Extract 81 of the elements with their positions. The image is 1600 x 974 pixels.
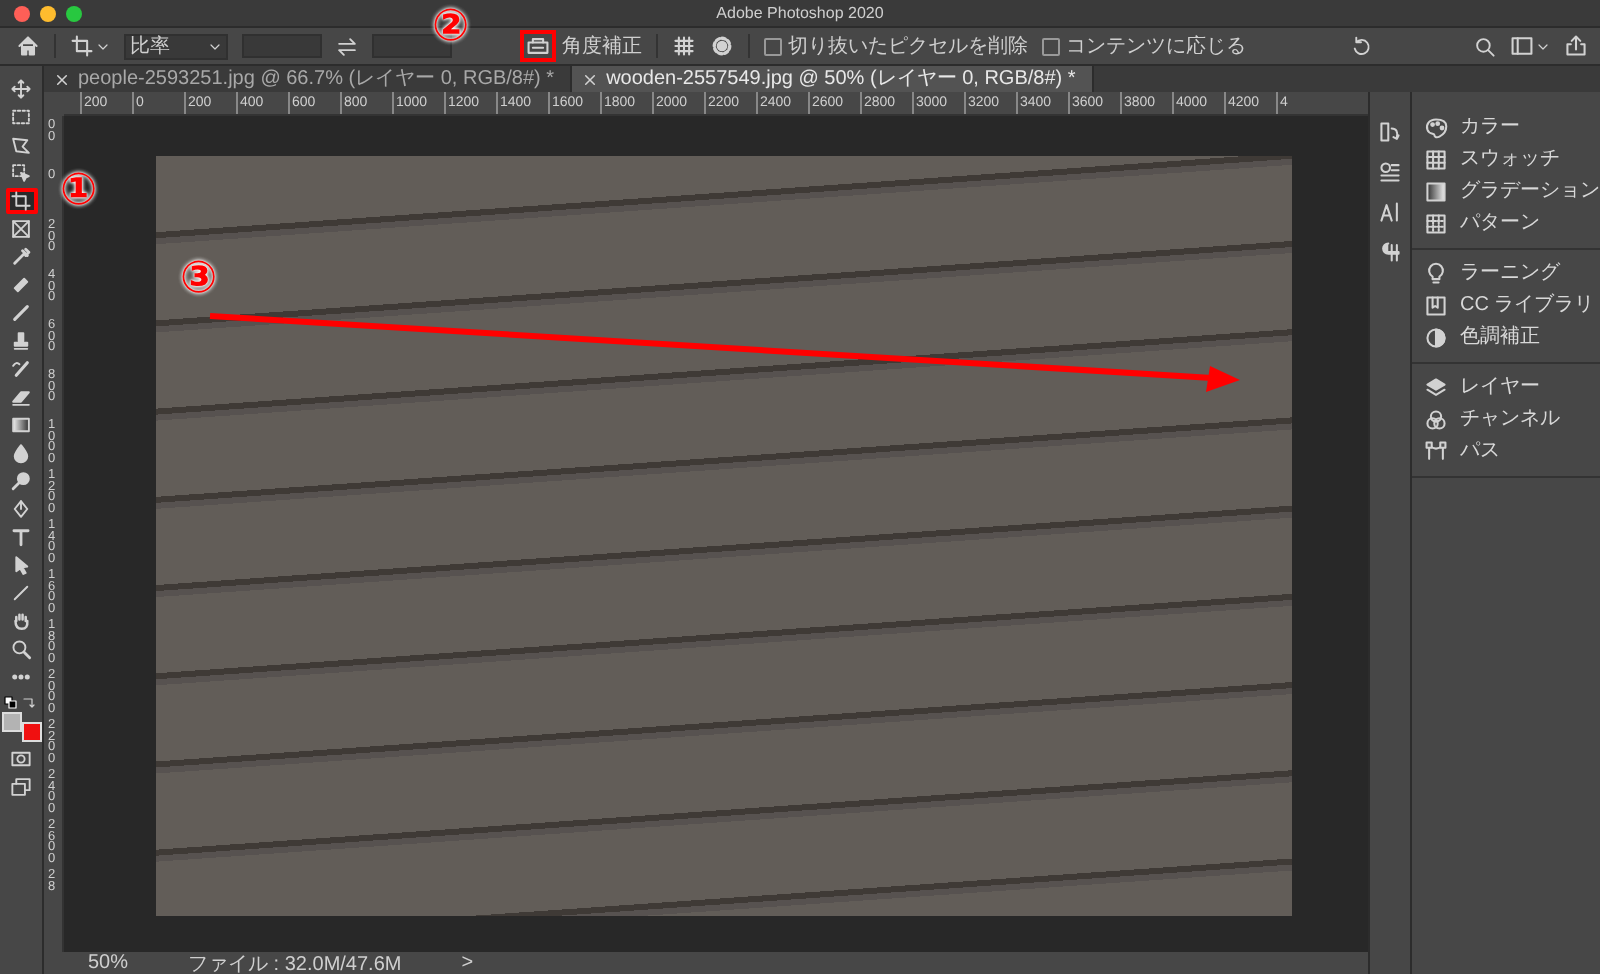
- panel-item[interactable]: パス: [1412, 440, 1600, 464]
- bandage-icon: [10, 274, 32, 296]
- checkbox-label[interactable]: 切り抜いたピクセルを削除: [788, 32, 1028, 60]
- aspect-ratio-dropdown[interactable]: 比率: [124, 33, 228, 59]
- dodge-icon: [10, 470, 32, 492]
- grid-icon[interactable]: [672, 34, 696, 58]
- caret-icon: [208, 39, 222, 53]
- type-icon: [10, 526, 32, 548]
- eraser-icon: [10, 386, 32, 408]
- quick-mask-icon[interactable]: [10, 748, 32, 770]
- pointer-icon: [10, 554, 32, 576]
- eyedropper-icon: [10, 246, 32, 268]
- panel-item[interactable]: チャンネル: [1412, 408, 1600, 432]
- stamp-icon: [10, 330, 32, 352]
- minimize-window-button[interactable]: [40, 5, 56, 21]
- layers-icon: [1424, 376, 1448, 400]
- close-window-button[interactable]: [14, 5, 30, 21]
- caret-icon[interactable]: [96, 39, 110, 53]
- tool-button[interactable]: [5, 188, 37, 214]
- close-icon[interactable]: [584, 73, 597, 85]
- character-icon[interactable]: [1378, 200, 1402, 224]
- library-icon: [1424, 294, 1448, 318]
- panel-item[interactable]: パターン: [1412, 212, 1600, 236]
- checkbox[interactable]: [1042, 37, 1060, 55]
- line-icon: [10, 582, 32, 604]
- lasso-icon: [10, 134, 32, 156]
- crop-icon[interactable]: [70, 34, 94, 58]
- droplet-icon: [10, 442, 32, 464]
- palette-icon: [1424, 116, 1448, 140]
- annotation-number: ③: [180, 256, 218, 304]
- gradient-icon: [10, 414, 32, 436]
- home-icon[interactable]: [16, 34, 40, 58]
- properties-icon[interactable]: [1378, 160, 1402, 184]
- panel-item[interactable]: ラーニング: [1412, 262, 1600, 286]
- swap-colors-icon[interactable]: [21, 696, 35, 710]
- checkbox[interactable]: [764, 37, 782, 55]
- pattern-grid-icon: [1424, 212, 1448, 236]
- annotation-number: ①: [60, 168, 98, 216]
- history-icon[interactable]: [1378, 120, 1402, 144]
- annotation-number: ②: [432, 4, 470, 52]
- panel-item[interactable]: スウォッチ: [1412, 148, 1600, 172]
- foreground-color-swatch[interactable]: [1, 712, 21, 732]
- default-colors-icon[interactable]: [3, 696, 17, 710]
- panel-item[interactable]: 色調補正: [1412, 326, 1600, 350]
- maximize-window-button[interactable]: [66, 5, 82, 21]
- zoom-level: 50%: [88, 952, 129, 974]
- reset-icon[interactable]: [1349, 35, 1371, 57]
- pen-nib-icon: [10, 498, 32, 520]
- close-icon[interactable]: [56, 73, 68, 85]
- swap-icon[interactable]: [336, 35, 358, 57]
- crop-icon: [10, 190, 32, 212]
- checkbox-label[interactable]: コンテンツに応じる: [1066, 32, 1246, 60]
- brush-icon: [10, 302, 32, 324]
- history-brush-icon: [10, 358, 32, 380]
- window-title: Adobe Photoshop 2020: [716, 4, 884, 22]
- gradient-swatch-icon: [1424, 180, 1448, 204]
- adjustments-icon: [1424, 326, 1448, 350]
- document-tab[interactable]: wooden-2557549.jpg @ 50% (レイヤー 0, RGB/8#) *: [572, 66, 1094, 92]
- file-size-info: ファイル : 32.0M/47.6M: [188, 951, 402, 974]
- background-color-swatch[interactable]: [21, 722, 41, 742]
- caret-icon[interactable]: [1536, 39, 1550, 53]
- channels-icon: [1424, 408, 1448, 432]
- panel-item[interactable]: レイヤー: [1412, 376, 1600, 400]
- search-icon[interactable]: [1474, 35, 1496, 57]
- frame-icon: [10, 218, 32, 240]
- share-icon[interactable]: [1564, 34, 1588, 58]
- object-select-icon: [10, 162, 32, 184]
- marquee-icon: [10, 106, 32, 128]
- move-arrows-icon: [10, 78, 32, 100]
- panel-item[interactable]: カラー: [1412, 116, 1600, 140]
- hand-icon: [10, 610, 32, 632]
- straighten-button[interactable]: 角度補正: [520, 30, 642, 62]
- screen-mode-icon[interactable]: [10, 776, 32, 798]
- panel-item[interactable]: グラデーション: [1412, 180, 1600, 204]
- paths-icon: [1424, 440, 1448, 464]
- lightbulb-icon: [1424, 262, 1448, 286]
- zoom-icon: [10, 638, 32, 660]
- swatches-grid-icon: [1424, 148, 1448, 172]
- status-menu-arrow[interactable]: >: [461, 952, 474, 974]
- panel-item[interactable]: CC ライブラリ: [1412, 294, 1600, 318]
- workspace-icon[interactable]: [1510, 34, 1534, 58]
